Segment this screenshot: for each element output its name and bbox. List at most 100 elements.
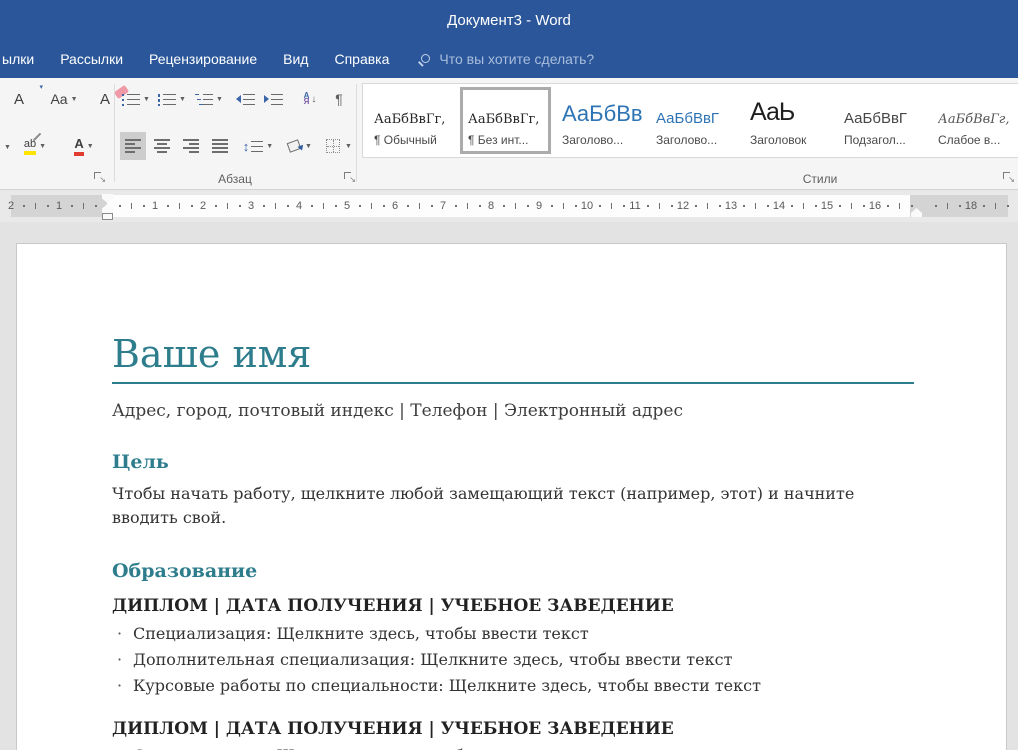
doc-education-entry1-title[interactable]: ДИПЛОМ | ДАТА ПОЛУЧЕНИЯ | УЧЕБНОЕ ЗАВЕДЕ… [112, 596, 914, 616]
sort-icon: А Я [304, 93, 310, 105]
style-preview: АаБбВвГг, [374, 90, 455, 127]
align-center-button[interactable] [149, 132, 175, 160]
ruler-quarter-dot [911, 205, 913, 207]
style-card-title[interactable]: АаЬ Заголовок [742, 87, 833, 154]
chevron-down-icon: ▼ [216, 96, 223, 103]
doc-name-heading[interactable]: Ваше имя [112, 333, 914, 377]
paragraph-dialog-launcher[interactable]: ↘ [343, 171, 356, 184]
list-item[interactable]: Специализация: Щелкните здесь, чтобы вве… [112, 746, 914, 750]
ruler-half-tick [179, 203, 180, 209]
doc-education-heading[interactable]: Образование [112, 560, 914, 582]
align-right-icon [183, 139, 199, 153]
ruler-number: 3 [248, 200, 254, 212]
change-case-button[interactable]: Aa ▼ [42, 86, 86, 112]
ruler-area: 211234567891011121314151618 [0, 190, 1018, 222]
word-window: Документ3 - Word ылки Рассылки Рецензиро… [0, 0, 1018, 750]
left-indent-marker[interactable] [102, 213, 113, 220]
ruler-quarter-dot [503, 205, 505, 207]
style-card-heading1[interactable]: АаБбВв Заголово... [554, 87, 645, 154]
doc-contact-line[interactable]: Адрес, город, почтовый индекс | Телефон … [112, 401, 914, 421]
chevron-down-icon[interactable]: ▼ [4, 144, 11, 151]
style-label: ¶ Обычный [374, 133, 455, 147]
ruler-quarter-dot [383, 205, 385, 207]
decrease-indent-button[interactable] [232, 86, 258, 112]
style-preview: АаБбВвГг, [938, 90, 1018, 127]
tellme-search[interactable]: Что вы хотите сделать? [418, 51, 594, 67]
ruler-quarter-dot [167, 205, 169, 207]
ruler[interactable]: 211234567891011121314151618 [11, 195, 1008, 217]
ruler-quarter-dot [23, 205, 25, 207]
ruler-half-tick [947, 203, 948, 209]
bullets-button[interactable]: ▼ [120, 86, 152, 112]
ruler-quarter-dot [431, 205, 433, 207]
clear-formatting-icon: А [100, 91, 110, 108]
tab-spravka[interactable]: Справка [321, 40, 402, 78]
ruler-half-tick [995, 203, 996, 209]
ruler-number: 14 [773, 200, 785, 212]
align-left-button[interactable] [120, 132, 146, 160]
group-separator [356, 84, 357, 182]
shrink-font-button[interactable]: А ▾ [2, 86, 36, 112]
align-right-button[interactable] [178, 132, 204, 160]
text-highlight-button[interactable]: ab ▼ [14, 132, 56, 160]
style-card-normal[interactable]: АаБбВвГг, ¶ Обычный [366, 87, 457, 154]
shrink-font-icon: А [14, 91, 24, 108]
numbering-button[interactable]: ▼ [156, 86, 188, 112]
tab-rassylki[interactable]: Рассылки [47, 40, 136, 78]
justify-button[interactable] [207, 132, 233, 160]
ruler-half-tick [611, 203, 612, 209]
font-color-button[interactable]: А ▼ [64, 132, 104, 160]
ruler-quarter-dot [95, 205, 97, 207]
doc-goal-paragraph[interactable]: Чтобы начать работу, щелкните любой заме… [112, 482, 914, 530]
ruler-number: 7 [440, 200, 446, 212]
ruler-number: 16 [869, 200, 881, 212]
doc-education-entry2-list: Специализация: Щелкните здесь, чтобы вве… [112, 746, 914, 750]
doc-education-entry1-list: Специализация: Щелкните здесь, чтобы вве… [112, 624, 914, 696]
ruler-half-tick [35, 203, 36, 209]
ruler-quarter-dot [47, 205, 49, 207]
ruler-number: 2 [200, 200, 206, 212]
style-card-subtitle[interactable]: АаБбВвГ Подзагол... [836, 87, 927, 154]
ruler-number: 15 [821, 200, 833, 212]
tab-vid[interactable]: Вид [270, 40, 321, 78]
ruler-quarter-dot [623, 205, 625, 207]
ruler-half-tick [419, 203, 420, 209]
align-left-icon [125, 139, 141, 153]
ruler-quarter-dot [743, 205, 745, 207]
line-spacing-button[interactable]: ↕ ▼ [240, 132, 276, 160]
multilevel-list-button[interactable]: ▼ [192, 86, 226, 112]
title-bar: Документ3 - Word [0, 0, 1018, 40]
tab-ssylki[interactable]: ылки [0, 40, 47, 78]
style-card-subtle-emphasis[interactable]: АаБбВвГг, Слабое в... [930, 87, 1018, 154]
style-card-no-spacing[interactable]: АаБбВвГг, ¶ Без инт... [460, 87, 551, 154]
list-item[interactable]: Специализация: Щелкните здесь, чтобы вве… [112, 624, 914, 643]
ruler-quarter-dot [1007, 205, 1009, 207]
align-center-icon [154, 139, 170, 153]
sort-arrow-icon: ↓ [311, 94, 316, 105]
ruler-quarter-dot [287, 205, 289, 207]
tab-recenzirovanie[interactable]: Рецензирование [136, 40, 270, 78]
doc-goal-heading[interactable]: Цель [112, 451, 914, 473]
list-item[interactable]: Дополнительная специализация: Щелкните з… [112, 650, 914, 669]
style-card-heading2[interactable]: АаБбВвГ Заголово... [648, 87, 739, 154]
style-label: Слабое в... [938, 133, 1018, 147]
document-canvas[interactable]: Ваше имя Адрес, город, почтовый индекс |… [0, 222, 1018, 750]
chevron-down-icon: ▼ [179, 96, 186, 103]
list-item[interactable]: Курсовые работы по специальности: Щелкни… [112, 676, 914, 695]
styles-dialog-launcher[interactable]: ↘ [1002, 171, 1015, 184]
ruler-quarter-dot [407, 205, 409, 207]
ruler-quarter-dot [935, 205, 937, 207]
font-dialog-launcher[interactable]: ↘ [93, 171, 106, 184]
increase-indent-button[interactable] [260, 86, 286, 112]
group-separator [114, 84, 115, 182]
doc-education-entry2-title[interactable]: ДИПЛОМ | ДАТА ПОЛУЧЕНИЯ | УЧЕБНОЕ ЗАВЕДЕ… [112, 719, 914, 739]
ruler-number: 4 [296, 200, 302, 212]
document-page[interactable]: Ваше имя Адрес, город, почтовый индекс |… [16, 243, 1007, 750]
sort-button[interactable]: А Я ↓ [296, 86, 324, 112]
borders-button[interactable]: ▼ [322, 132, 356, 160]
shading-button[interactable]: ▼ [282, 132, 318, 160]
show-marks-button[interactable]: ¶ [328, 86, 350, 112]
ruler-quarter-dot [551, 205, 553, 207]
font-color-icon: А [74, 136, 83, 156]
ruler-quarter-dot [575, 205, 577, 207]
